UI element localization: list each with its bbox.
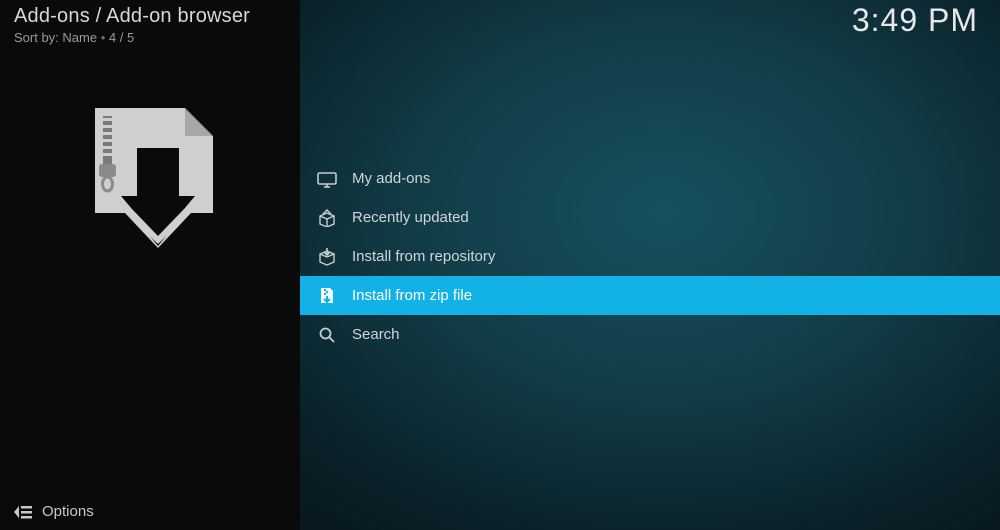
box-open-icon	[316, 207, 338, 229]
clock: 3:49 PM	[852, 2, 978, 39]
breadcrumb: Add-ons / Add-on browser	[0, 0, 300, 28]
menu-item-my-addons[interactable]: My add-ons	[300, 159, 1000, 198]
menu-item-search[interactable]: Search	[300, 315, 1000, 354]
menu-item-label: My add-ons	[352, 170, 430, 187]
options-button[interactable]: Options	[14, 503, 94, 520]
search-icon	[316, 324, 338, 346]
addon-menu: My add-ons Recently updated	[300, 159, 1000, 354]
main-panel: 3:49 PM My add-ons	[300, 0, 1000, 530]
menu-item-install-repository[interactable]: Install from repository	[300, 237, 1000, 276]
list-position: 4 / 5	[109, 30, 134, 45]
sort-value: Name	[62, 30, 97, 45]
sort-label: Sort by:	[14, 30, 59, 45]
menu-item-install-zip[interactable]: Install from zip file	[300, 276, 1000, 315]
zip-download-icon	[85, 108, 215, 248]
separator: •	[101, 30, 109, 45]
options-icon	[14, 504, 32, 520]
tv-icon	[316, 168, 338, 190]
zip-file-icon	[316, 285, 338, 307]
options-label: Options	[42, 503, 94, 520]
sidebar: Add-ons / Add-on browser Sort by: Name •…	[0, 0, 300, 530]
box-down-icon	[316, 246, 338, 268]
sort-line: Sort by: Name • 4 / 5	[0, 28, 300, 45]
menu-item-label: Search	[352, 326, 400, 343]
menu-item-label: Install from repository	[352, 248, 495, 265]
menu-item-recently-updated[interactable]: Recently updated	[300, 198, 1000, 237]
menu-item-label: Install from zip file	[352, 287, 472, 304]
screen: Add-ons / Add-on browser Sort by: Name •…	[0, 0, 1000, 530]
menu-item-label: Recently updated	[352, 209, 469, 226]
